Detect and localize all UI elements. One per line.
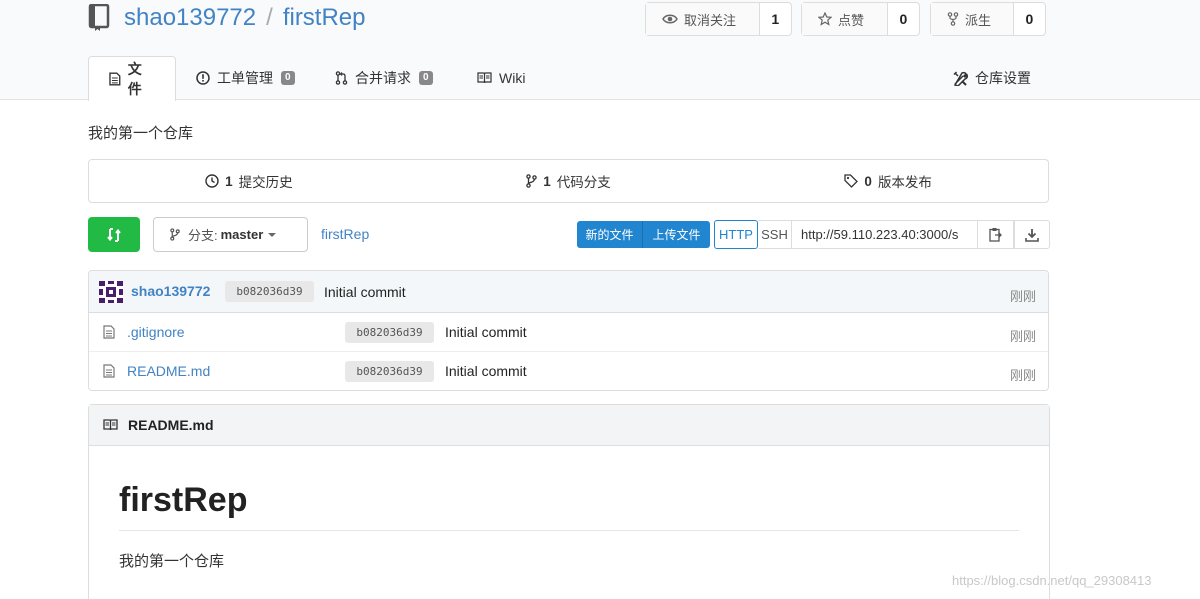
clipboard-icon: [989, 228, 1002, 242]
table-row: README.md b082036d39 Initial commit 刚刚: [89, 352, 1048, 390]
file-name-link[interactable]: .gitignore: [127, 324, 185, 340]
repo-path-link[interactable]: firstRep: [321, 226, 369, 242]
tab-issues[interactable]: 工单管理 0: [196, 56, 295, 100]
unwatch-label: 取消关注: [684, 12, 737, 28]
branch-selector[interactable]: 分支: master: [153, 217, 308, 252]
file-list-table: shao139772 b082036d39 Initial commit 刚刚 …: [88, 270, 1049, 391]
repo-title: shao139772 / firstRep: [88, 2, 366, 34]
star-icon: [818, 12, 832, 26]
tab-pulls-label: 合并请求: [355, 70, 411, 86]
tools-icon: [953, 70, 968, 86]
book-icon: [103, 419, 118, 431]
download-archive-button[interactable]: [1014, 220, 1050, 249]
star-button[interactable]: 点赞: [802, 3, 888, 35]
branch-prefix: 分支:: [188, 228, 218, 243]
releases-count: 0: [864, 173, 872, 189]
readme-heading: firstRep: [119, 481, 248, 519]
clone-url-input[interactable]: http://59.110.223.40:3000/s: [792, 220, 978, 249]
readme-text: 我的第一个仓库: [119, 553, 225, 570]
tab-pulls[interactable]: 合并请求 0: [335, 56, 433, 100]
unwatch-counter: 取消关注 1: [645, 2, 792, 36]
branch-name: master: [220, 227, 264, 242]
fork-count[interactable]: 0: [1014, 3, 1045, 35]
tab-wiki-label: Wiki: [499, 70, 526, 86]
avatar[interactable]: [99, 281, 123, 303]
releases-label: 版本发布: [877, 175, 932, 190]
repo-header: shao139772 / firstRep 取消关注 1 点赞 0 派生 0 文…: [0, 0, 1200, 101]
tag-icon: [844, 174, 859, 188]
file-commit-message[interactable]: Initial commit: [445, 363, 527, 379]
tab-files-label: 文件: [127, 61, 142, 97]
file-name-link[interactable]: README.md: [127, 363, 210, 379]
latest-commit-row: shao139772 b082036d39 Initial commit 刚刚: [89, 271, 1048, 313]
stat-releases[interactable]: 0 版本发布: [728, 160, 1048, 202]
caret-down-icon: [268, 232, 277, 237]
repo-owner-link[interactable]: shao139772: [124, 4, 256, 32]
ssh-clone-button[interactable]: SSH: [758, 220, 792, 249]
fork-icon: [947, 12, 959, 26]
commit-sha-label[interactable]: b082036d39: [225, 281, 314, 302]
star-counter: 点赞 0: [801, 2, 920, 36]
file-commit-time: 刚刚: [1009, 329, 1036, 344]
file-commit-time: 刚刚: [1009, 368, 1036, 383]
git-branch-icon: [526, 174, 538, 188]
repo-name-link[interactable]: firstRep: [283, 4, 366, 32]
repo-description: 我的第一个仓库: [88, 125, 194, 142]
readme-header: README.md: [89, 405, 1049, 446]
readme-divider: [119, 530, 1019, 531]
tab-settings[interactable]: 仓库设置: [953, 56, 1031, 100]
issue-opened-icon: [196, 71, 210, 85]
repo-stats-bar: 1 提交历史 1 代码分支 0 版本发布: [88, 159, 1049, 203]
http-clone-button[interactable]: HTTP: [714, 220, 758, 249]
commits-label: 提交历史: [238, 175, 293, 190]
upload-file-button[interactable]: 上传文件: [643, 221, 710, 248]
table-row: .gitignore b082036d39 Initial commit 刚刚: [89, 313, 1048, 352]
eye-icon: [662, 14, 678, 24]
file-text-icon: [103, 364, 115, 378]
branches-label: 代码分支: [556, 175, 611, 190]
fork-label: 派生: [965, 12, 992, 28]
star-label: 点赞: [838, 12, 865, 28]
star-count[interactable]: 0: [888, 3, 919, 35]
readme-filename: README.md: [128, 417, 214, 433]
unwatch-count[interactable]: 1: [760, 3, 791, 35]
file-commit-message[interactable]: Initial commit: [445, 324, 527, 340]
compare-icon: [107, 227, 121, 242]
repo-book-icon: [88, 3, 110, 32]
commit-message: Initial commit: [324, 284, 406, 300]
issues-count-badge: 0: [281, 71, 295, 85]
git-branch-icon: [170, 228, 180, 241]
git-pull-request-icon: [335, 71, 348, 85]
commits-count: 1: [225, 173, 233, 189]
fork-counter: 派生 0: [930, 2, 1046, 36]
unwatch-button[interactable]: 取消关注: [646, 3, 760, 35]
stat-branches[interactable]: 1 代码分支: [409, 160, 729, 202]
new-file-button[interactable]: 新的文件: [577, 221, 643, 248]
copy-url-button[interactable]: [978, 220, 1014, 249]
tab-files[interactable]: 文件: [88, 56, 176, 101]
file-text-icon: [103, 325, 115, 339]
tab-wiki[interactable]: Wiki: [477, 56, 525, 100]
history-icon: [205, 174, 219, 188]
pulls-count-badge: 0: [419, 71, 433, 85]
compare-button[interactable]: [88, 217, 140, 252]
branches-count: 1: [543, 173, 551, 189]
file-commit-sha[interactable]: b082036d39: [345, 322, 434, 343]
file-commit-sha[interactable]: b082036d39: [345, 361, 434, 382]
readme-panel: README.md firstRep 我的第一个仓库: [88, 404, 1050, 599]
commit-author-link[interactable]: shao139772: [131, 283, 210, 299]
tab-settings-label: 仓库设置: [975, 70, 1031, 86]
file-toolbar: 分支: master firstRep 新的文件 上传文件 HTTP SSH h…: [88, 217, 1050, 253]
stat-commits[interactable]: 1 提交历史: [89, 160, 409, 202]
fork-button[interactable]: 派生: [931, 3, 1014, 35]
file-code-icon: [109, 72, 121, 86]
tab-issues-label: 工单管理: [217, 70, 273, 86]
watermark: https://blog.csdn.net/qq_29308413: [952, 573, 1152, 588]
download-icon: [1025, 228, 1039, 242]
commit-time: 刚刚: [1009, 289, 1036, 304]
book-icon: [477, 72, 492, 84]
title-separator: /: [266, 4, 273, 31]
